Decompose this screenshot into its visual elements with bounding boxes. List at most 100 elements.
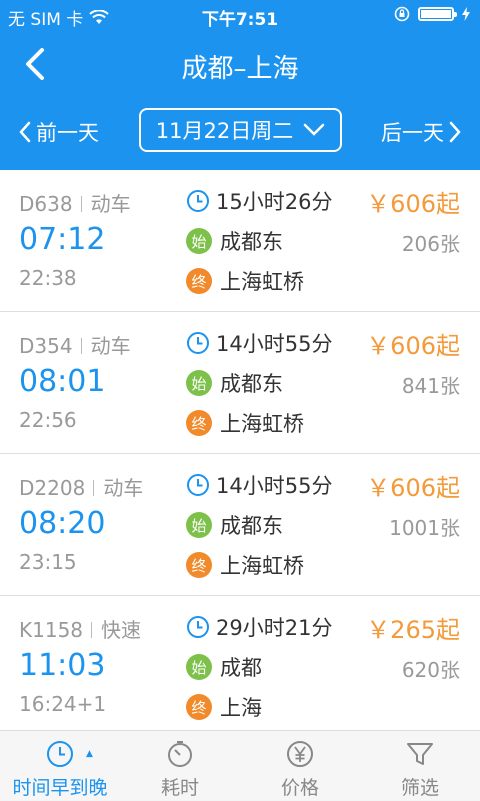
- price: ￥265起: [366, 616, 460, 644]
- seat-count: 206张: [401, 232, 460, 256]
- duration: 14小时55分: [186, 470, 332, 500]
- status-bar: 无 SIM 卡 下午7:51: [0, 0, 480, 30]
- train-code-line: D354 动车: [19, 330, 131, 359]
- duration-text: 14小时55分: [216, 332, 333, 356]
- arrive-time: 23:15: [19, 550, 77, 574]
- battery-icon: [418, 7, 457, 21]
- start-badge: 始: [186, 370, 212, 396]
- duration-text: 29小时21分: [216, 616, 333, 640]
- start-station: 始 成都东: [186, 510, 283, 540]
- divider: [80, 196, 82, 212]
- end-station: 终 上海虹桥: [186, 408, 304, 438]
- duration: 14小时55分: [186, 328, 332, 358]
- end-badge: 终: [186, 268, 212, 294]
- date-label: 11月22日周二: [155, 119, 294, 143]
- prev-day-label: 前一天: [36, 121, 99, 145]
- train-code: K1158: [19, 618, 84, 642]
- duration-text: 15小时26分: [216, 190, 333, 214]
- start-station: 始 成都: [186, 652, 262, 682]
- chevron-left-small-icon: [19, 121, 31, 143]
- date-bar: 前一天 11月22日周二 后一天: [0, 108, 480, 154]
- arrive-time: 16:24+1: [19, 692, 107, 716]
- clock-icon: [187, 616, 209, 638]
- filter-icon: [407, 743, 433, 765]
- yen-icon: [287, 741, 313, 767]
- tab-label: 筛选: [400, 777, 439, 799]
- train-type: 动车: [103, 476, 144, 500]
- depart-time: 08:01: [19, 364, 106, 399]
- divider: [91, 622, 93, 638]
- tab-label: 时间早到晚: [12, 777, 108, 799]
- charging-icon: [462, 7, 470, 21]
- start-station-name: 成都: [220, 656, 262, 680]
- prev-day-button[interactable]: 前一天: [18, 117, 99, 147]
- end-station-name: 上海虹桥: [220, 270, 304, 294]
- price: ￥606起: [366, 190, 460, 218]
- depart-time: 08:20: [19, 506, 106, 541]
- train-card[interactable]: D354 动车 08:01 22:56 14小时55分 始 成都东 终 上海虹桥 …: [0, 312, 480, 454]
- seat-count: 841张: [401, 374, 460, 398]
- train-code-line: D2208 动车: [19, 472, 143, 501]
- seat-count: 1001张: [389, 516, 460, 540]
- tab-label: 耗时: [160, 777, 199, 799]
- start-badge: 始: [186, 512, 212, 538]
- train-type: 动车: [90, 334, 131, 358]
- train-code: D638: [19, 192, 73, 216]
- end-station-name: 上海: [220, 696, 262, 720]
- tab-time[interactable]: ▲ 时间早到晚: [0, 731, 120, 801]
- start-station-name: 成都东: [220, 230, 283, 254]
- train-card[interactable]: D638 动车 07:12 22:38 15小时26分 始 成都东 终 上海虹桥 …: [0, 170, 480, 312]
- page-title: 成都–上海: [181, 54, 299, 84]
- end-badge: 终: [186, 552, 212, 578]
- rotation-lock-icon: [394, 6, 410, 22]
- date-selector[interactable]: 11月22日周二: [139, 108, 342, 152]
- train-code: D2208: [19, 476, 86, 500]
- start-station: 始 成都东: [186, 226, 283, 256]
- train-card[interactable]: K1158 快速 11:03 16:24+1 29小时21分 始 成都 终 上海 …: [0, 596, 480, 738]
- divider: [80, 338, 82, 354]
- price: ￥606起: [366, 474, 460, 502]
- price: ￥606起: [366, 332, 460, 360]
- end-station: 终 上海虹桥: [186, 266, 304, 296]
- train-code-line: D638 动车: [19, 188, 131, 217]
- train-card[interactable]: D2208 动车 08:20 23:15 14小时55分 始 成都东 终 上海虹桥…: [0, 454, 480, 596]
- end-station: 终 上海: [186, 692, 262, 722]
- header: 无 SIM 卡 下午7:51 成都–上海 前一天 11月22日周二 后一天: [0, 0, 480, 170]
- next-day-button[interactable]: 后一天: [381, 117, 462, 147]
- next-day-label: 后一天: [381, 121, 444, 145]
- duration-text: 14小时55分: [216, 474, 333, 498]
- train-list: D638 动车 07:12 22:38 15小时26分 始 成都东 终 上海虹桥 …: [0, 170, 480, 738]
- tab-duration[interactable]: 耗时: [120, 731, 240, 801]
- arrive-time: 22:38: [19, 266, 77, 290]
- train-code-line: K1158 快速: [19, 614, 141, 643]
- end-badge: 终: [186, 410, 212, 436]
- end-station-name: 上海虹桥: [220, 412, 304, 436]
- title-bar: 成都–上海: [0, 38, 480, 88]
- depart-time: 07:12: [19, 222, 106, 257]
- stopwatch-icon: [168, 741, 192, 767]
- arrive-time: 22:56: [19, 408, 77, 432]
- end-station: 终 上海虹桥: [186, 550, 304, 580]
- clock-icon: [47, 741, 73, 767]
- train-type: 快速: [101, 618, 142, 642]
- train-type: 动车: [90, 192, 131, 216]
- start-station-name: 成都东: [220, 372, 283, 396]
- chevron-right-small-icon: [449, 121, 461, 143]
- chevron-down-icon: [303, 123, 325, 136]
- end-badge: 终: [186, 694, 212, 720]
- seat-count: 620张: [401, 658, 460, 682]
- battery-fill: [421, 10, 452, 18]
- divider: [93, 480, 95, 496]
- start-station: 始 成都东: [186, 368, 283, 398]
- status-right: [394, 6, 470, 22]
- tab-price[interactable]: 价格: [240, 731, 360, 801]
- tab-filter[interactable]: 筛选: [360, 731, 480, 801]
- clock-icon: [187, 332, 209, 354]
- duration: 15小时26分: [186, 186, 332, 216]
- tab-label: 价格: [280, 777, 319, 799]
- start-badge: 始: [186, 228, 212, 254]
- end-station-name: 上海虹桥: [220, 554, 304, 578]
- sort-up-icon: ▲: [86, 749, 93, 759]
- start-station-name: 成都东: [220, 514, 283, 538]
- duration: 29小时21分: [186, 612, 332, 642]
